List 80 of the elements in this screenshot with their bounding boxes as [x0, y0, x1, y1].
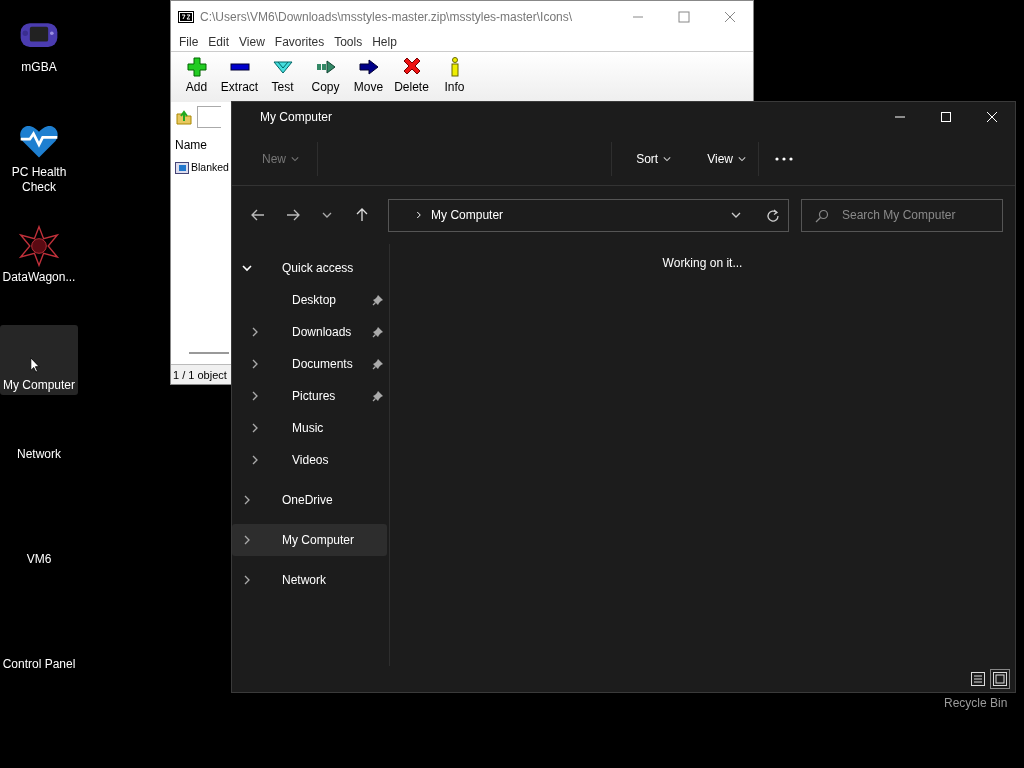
tree-item[interactable]: Desktop [232, 284, 387, 316]
tree-label[interactable]: OneDrive [282, 491, 333, 509]
maximize-icon [676, 10, 692, 23]
tree-label[interactable]: Downloads [292, 323, 352, 341]
desktop-icon-label[interactable]: Network [0, 447, 78, 462]
desktop-icon-label[interactable]: VM6 [0, 552, 78, 567]
close-icon [984, 111, 1000, 123]
tree-label[interactable]: Videos [292, 451, 329, 469]
tree-item[interactable]: Music [232, 412, 387, 444]
address-field[interactable] [197, 106, 221, 128]
file-name[interactable]: Blanked [191, 160, 229, 176]
menu-item[interactable]: Tools [329, 32, 368, 51]
delete-button[interactable]: Delete [390, 56, 433, 96]
close-icon [722, 10, 738, 23]
desktop-icon-label[interactable]: Recycle Bin [944, 694, 1008, 712]
add-button[interactable]: Add [175, 56, 218, 96]
desktop-icon-label[interactable]: PC Health Check [0, 165, 78, 195]
search-field[interactable]: Search My Computer [801, 198, 1003, 232]
info-button[interactable]: Info [433, 56, 476, 96]
desktop-icon-label[interactable]: mGBA [0, 60, 78, 75]
tree-item[interactable]: Documents [232, 348, 387, 380]
more-icon [775, 156, 793, 161]
tree-label[interactable]: Network [282, 571, 326, 589]
caret-icon [291, 155, 299, 162]
menu-item[interactable]: Favorites [269, 32, 330, 51]
tree-item[interactable]: Downloads [232, 316, 387, 348]
app-logo-icon [178, 10, 194, 23]
window-title: My Computer [260, 109, 333, 126]
window-title: C:\Users\VM6\Downloads\msstyles-master.zip\msstyles-master\Icons\ [200, 8, 573, 26]
tree-item[interactable]: Network [232, 564, 387, 596]
command-button[interactable]: View [695, 143, 758, 174]
status-bar: 1 / 1 object [171, 364, 231, 384]
refresh-icon [766, 208, 780, 223]
menu-item[interactable]: View [234, 32, 270, 51]
tree-label[interactable]: My Computer [282, 531, 355, 549]
chevron-icon [415, 210, 422, 220]
extract-button[interactable]: Extract [218, 56, 261, 96]
tiles-view-button[interactable] [991, 670, 1009, 688]
caret-icon [730, 211, 742, 219]
address-text: My Computer [431, 207, 504, 224]
tree-label[interactable]: Desktop [292, 291, 337, 309]
tree-item[interactable]: My Computer [232, 524, 387, 556]
cursor-icon [30, 357, 40, 373]
move-button[interactable]: Move [347, 56, 390, 96]
address-bar[interactable]: My Computer [388, 198, 789, 232]
file-icon [175, 161, 189, 174]
search-icon [815, 208, 829, 223]
caret-icon [738, 155, 746, 162]
back-icon [250, 207, 267, 223]
menu-item[interactable]: File [174, 32, 204, 51]
plus-icon [185, 56, 208, 78]
tree-item[interactable]: OneDrive [232, 484, 387, 516]
details-view-button[interactable] [969, 670, 987, 688]
forward-icon [284, 207, 301, 223]
star-icon [17, 224, 61, 268]
copy-button[interactable]: Copy [304, 56, 347, 96]
folder-up-icon [175, 108, 193, 126]
tree-label[interactable]: Quick access [282, 259, 354, 277]
tree-label[interactable]: Pictures [292, 387, 336, 405]
tree-item[interactable]: Pictures [232, 380, 387, 412]
test-button[interactable]: Test [261, 56, 304, 96]
tree-item[interactable]: Quick access [232, 252, 387, 284]
column-header[interactable]: Name [175, 136, 207, 154]
menu-item[interactable]: Edit [203, 32, 235, 51]
tree-item[interactable]: Videos [232, 444, 387, 476]
list-icon [970, 671, 986, 687]
arrow-icon [357, 56, 380, 78]
desktop-icon-tile[interactable]: My Computer [0, 325, 78, 395]
tree-label[interactable]: Documents [292, 355, 353, 373]
tree-label[interactable]: Music [292, 419, 324, 437]
desktop-icon-label[interactable]: DataWagon... [0, 270, 78, 285]
caret-icon [663, 155, 672, 162]
desktop-icon-label[interactable]: My Computer [0, 378, 78, 393]
menu-item[interactable]: Help [367, 32, 402, 51]
scrollbar[interactable] [189, 352, 229, 354]
status-message: Working on it... [662, 255, 743, 272]
desktop-icon-label[interactable]: Control Panel [0, 657, 78, 672]
square-icon [992, 671, 1008, 687]
maximize-icon [938, 111, 954, 123]
command-button[interactable]: Sort [624, 143, 684, 174]
